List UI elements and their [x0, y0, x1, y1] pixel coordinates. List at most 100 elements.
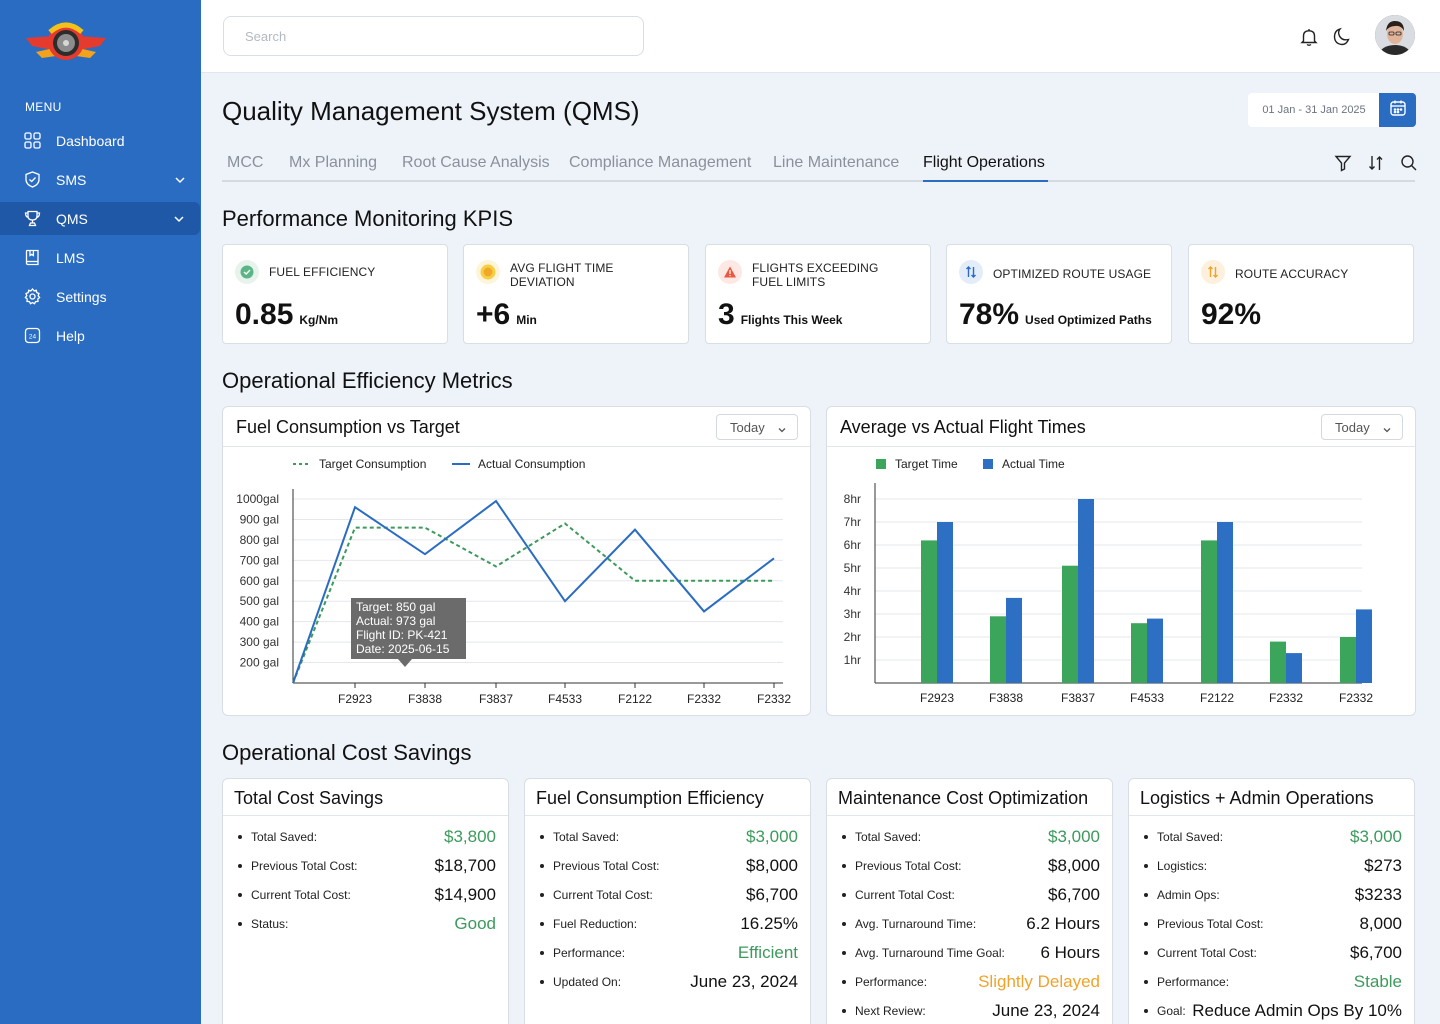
tab-mcc[interactable]: MCC: [227, 154, 263, 172]
date-range-field[interactable]: 01 Jan - 31 Jan 2025: [1248, 93, 1380, 127]
y-tick-label: 6hr: [844, 538, 861, 552]
kpi-label: FUEL EFFICIENCY: [269, 265, 376, 279]
cost-row-label: Total Saved:: [1144, 830, 1223, 844]
kpi-unit: Kg/Nm: [299, 313, 339, 327]
x-tick-label: F4533: [1130, 691, 1164, 705]
x-tick-label: F3837: [1061, 691, 1095, 705]
page-title: Quality Management System (QMS): [222, 96, 640, 126]
chart-title: Fuel Consumption vs Target: [236, 417, 460, 437]
chevron-down-icon: [777, 423, 787, 433]
cost-row-value: $3,000: [1350, 826, 1402, 846]
sidebar-item-qms[interactable]: QMS: [0, 202, 200, 235]
period-dropdown[interactable]: Today: [1321, 414, 1403, 440]
nortek-logo[interactable]: [24, 16, 108, 70]
fuel-line-chart: Target Consumption Actual Consumption 200 …: [236, 457, 791, 706]
shield-icon: [24, 171, 41, 188]
filter-icon[interactable]: [1334, 154, 1352, 172]
kpi-card-avg-flight-time-deviation[interactable]: AVG FLIGHT TIME DEVIATION +6 Min: [463, 244, 689, 344]
period-dropdown[interactable]: Today: [716, 414, 798, 440]
warning-icon: [718, 260, 742, 284]
kpi-value: 3 Flights This Week: [718, 298, 843, 331]
cost-row: Performance: Stable: [1144, 967, 1402, 996]
sidebar-item-lms[interactable]: LMS: [0, 241, 201, 274]
cost-row-value: 16.25%: [740, 913, 798, 933]
kpi-card-optimized-route-usage[interactable]: OPTIMIZED ROUTE USAGE 78% Used Optimized …: [946, 244, 1172, 344]
tab-mx-planning[interactable]: Mx Planning: [289, 154, 377, 172]
cost-row-label: Performance:: [540, 946, 625, 960]
kpi-value: 0.85 Kg/Nm: [235, 298, 339, 331]
x-tick-label: F2332: [1339, 691, 1373, 705]
cost-row-label: Previous Total Cost:: [842, 859, 962, 873]
flight-time-chart-card: Average vs Actual Flight Times Today Tar…: [826, 406, 1416, 716]
y-tick-label: 700 gal: [240, 553, 279, 567]
x-tick-label: F2122: [618, 692, 652, 706]
cost-row-value: $18,700: [434, 855, 496, 875]
sidebar-item-dashboard[interactable]: Dashboard: [0, 124, 201, 157]
support-24-icon: 24: [24, 327, 41, 344]
x-tick-label: F2332: [757, 692, 791, 706]
sort-icon[interactable]: [1367, 154, 1385, 172]
sidebar-item-help[interactable]: 24 Help: [0, 319, 201, 352]
kpi-value: 78% Used Optimized Paths: [959, 298, 1152, 331]
bar: [1286, 653, 1302, 683]
bar: [1006, 597, 1022, 683]
bar: [1340, 637, 1356, 683]
sidebar-item-settings[interactable]: Settings: [0, 280, 201, 313]
cost-row-value: June 23, 2024: [690, 971, 798, 991]
legend-label: Target Consumption: [319, 457, 426, 471]
x-tick-label: F2122: [1200, 691, 1234, 705]
kpi-card-fuel-efficiency[interactable]: FUEL EFFICIENCY 0.85 Kg/Nm: [222, 244, 448, 344]
search-icon[interactable]: [1400, 154, 1418, 172]
cost-row: Goal: Reduce Admin Ops By 10%: [1144, 996, 1402, 1024]
tab-bar: MCC Mx Planning Root Cause Analysis Comp…: [222, 150, 1418, 182]
cost-row-value: $3,000: [1048, 826, 1100, 846]
chevron-down-icon[interactable]: [174, 173, 186, 185]
kpi-unit: Min: [516, 313, 537, 327]
cost-row: Total Saved: $3,000: [540, 822, 798, 851]
cost-row-label: Total Saved:: [238, 830, 317, 844]
moon-icon[interactable]: [1332, 27, 1352, 47]
cost-row-value: $6,700: [1048, 884, 1100, 904]
kpi-label: FLIGHTS EXCEEDING FUEL LIMITS: [752, 261, 879, 289]
x-tick-label: F2923: [338, 692, 372, 706]
tab-flight-operations[interactable]: Flight Operations: [923, 154, 1045, 172]
grid-icon: [24, 132, 41, 149]
search-input[interactable]: [223, 16, 644, 56]
book-icon: [24, 249, 41, 266]
bell-icon[interactable]: [1299, 27, 1319, 47]
y-tick-label: 8hr: [844, 492, 861, 506]
cost-row-value: 6 Hours: [1040, 942, 1100, 962]
kpi-label: AVG FLIGHT TIME DEVIATION: [510, 261, 614, 289]
cost-row: Fuel Reduction: 16.25%: [540, 909, 798, 938]
avatar[interactable]: [1375, 15, 1415, 55]
tab-root-cause-analysis[interactable]: Root Cause Analysis: [402, 154, 550, 172]
trophy-icon: [24, 210, 41, 227]
tab-compliance-management[interactable]: Compliance Management: [569, 154, 751, 172]
y-tick-label: 600 gal: [240, 574, 279, 588]
cost-card-fuel-efficiency: Fuel Consumption Efficiency Total Saved:…: [524, 778, 811, 1024]
cost-row-label: Avg. Turnaround Time Goal:: [842, 946, 1005, 960]
y-tick-label: 300 gal: [240, 635, 279, 649]
sidebar-item-label: Dashboard: [56, 132, 125, 149]
cost-row-value: $273: [1364, 855, 1402, 875]
legend-swatch: [876, 459, 886, 469]
cost-row: Current Total Cost: $6,700: [1144, 938, 1402, 967]
cost-row-label: Previous Total Cost:: [1144, 917, 1264, 931]
cost-row: Previous Total Cost: 8,000: [1144, 909, 1402, 938]
sidebar-nav: Dashboard SMS QMS LMS Settings 24 Help: [0, 124, 201, 358]
sidebar-item-label: Settings: [56, 288, 107, 305]
tab-line-maintenance[interactable]: Line Maintenance: [773, 154, 899, 172]
cost-row-value: Slightly Delayed: [978, 971, 1100, 991]
sidebar-item-sms[interactable]: SMS: [0, 163, 201, 196]
cost-list: Total Saved: $3,800 Previous Total Cost: $1…: [223, 816, 508, 938]
chevron-down-icon[interactable]: [173, 212, 185, 224]
kpi-label: OPTIMIZED ROUTE USAGE: [993, 267, 1152, 281]
fuel-chart-card: Fuel Consumption vs Target Today Target …: [222, 406, 811, 716]
cost-row: Performance: Slightly Delayed: [842, 967, 1100, 996]
kpi-card-flights-exceeding-fuel-limits[interactable]: FLIGHTS EXCEEDING FUEL LIMITS 3 Flights T…: [705, 244, 931, 344]
cost-row: Current Total Cost: $6,700: [842, 880, 1100, 909]
kpi-card-route-accuracy[interactable]: ROUTE ACCURACY 92%: [1188, 244, 1414, 344]
bar: [990, 616, 1006, 683]
sidebar-item-label: SMS: [56, 171, 87, 188]
calendar-button[interactable]: [1379, 93, 1416, 127]
